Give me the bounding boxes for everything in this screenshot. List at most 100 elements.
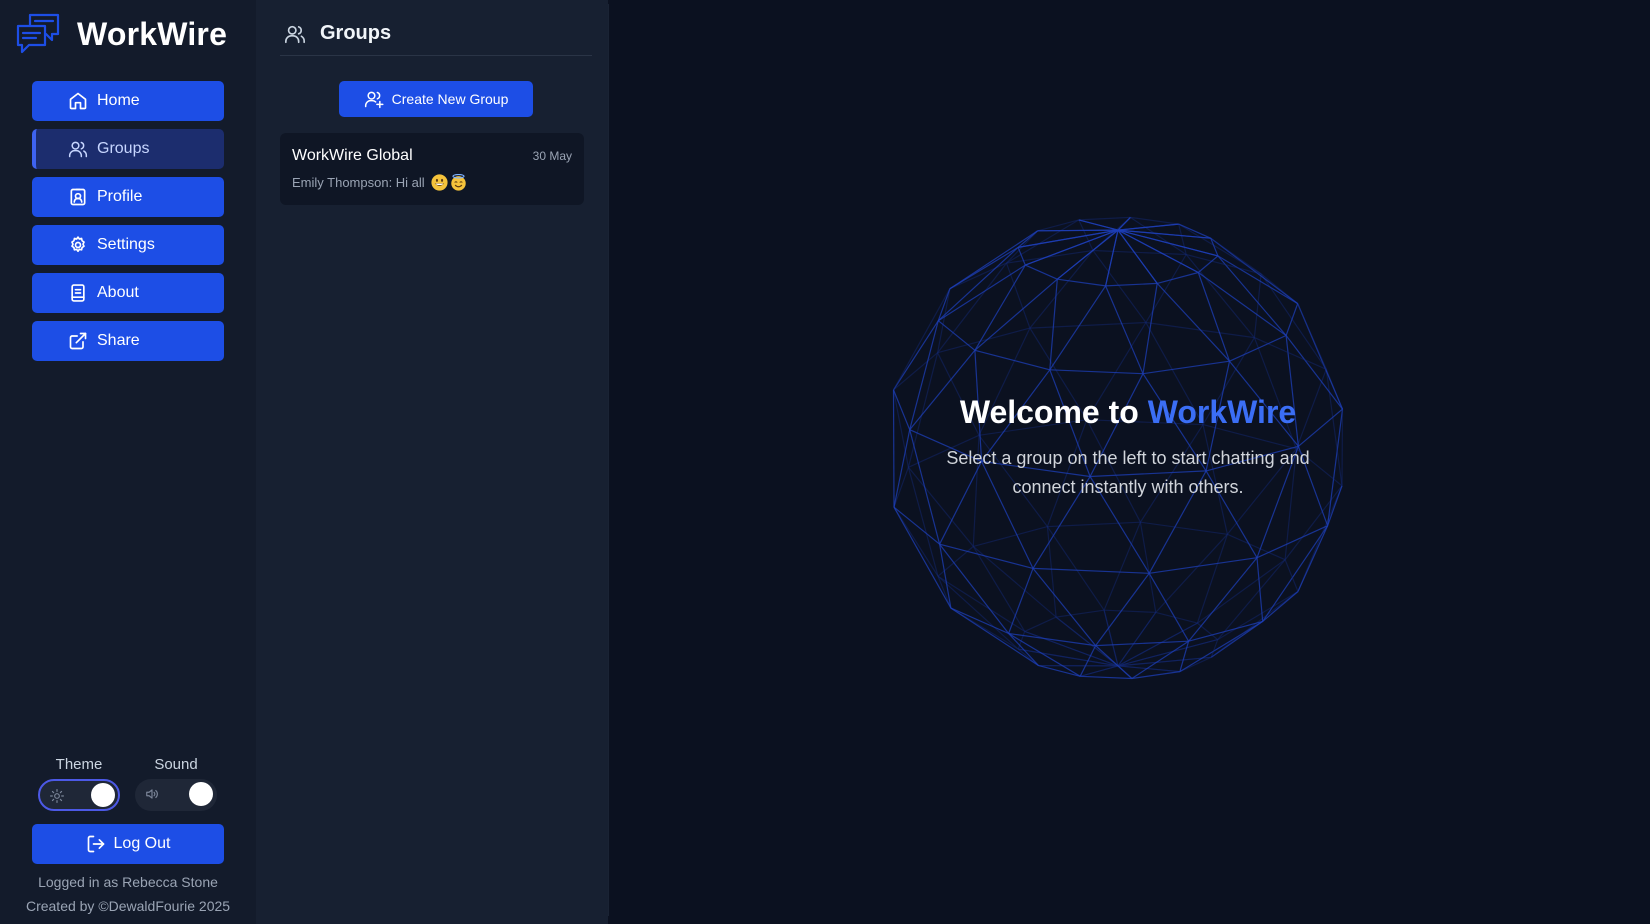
globe-edge — [1117, 216, 1131, 231]
globe-edge — [1046, 526, 1105, 611]
globe-edge — [1103, 521, 1141, 611]
globe-edge — [1029, 250, 1094, 329]
globe-edge — [1139, 522, 1157, 613]
logout-button[interactable]: Log Out — [32, 824, 224, 864]
globe-edge — [1049, 369, 1144, 375]
sound-label: Sound — [154, 756, 198, 773]
globe-edge — [1006, 219, 1080, 264]
groups-title: Groups — [320, 22, 392, 44]
globe-edge — [1038, 665, 1081, 677]
group-last-message: Emily Thompson: Hi all — [292, 174, 467, 191]
nav-groups-button[interactable]: Groups — [32, 129, 224, 169]
logged-in-text: Logged in as Rebecca Stone — [38, 874, 218, 890]
globe-edge — [937, 575, 1019, 650]
globe-edge — [1131, 671, 1180, 680]
globe-edge — [1005, 262, 1031, 329]
nav-about-button[interactable]: About — [32, 273, 224, 313]
theme-toggle[interactable] — [38, 779, 120, 811]
grinning-face-emoji — [431, 174, 448, 191]
globe-edge — [937, 575, 1026, 632]
globe-edge — [892, 320, 939, 391]
globe-edge — [1024, 616, 1057, 632]
globe-edge — [937, 246, 1019, 322]
globe-edge — [939, 543, 1010, 634]
credit-text: Created by ©DewaldFourie 2025 — [25, 898, 231, 914]
globe-edge — [1056, 609, 1105, 618]
globe-edge — [937, 262, 1007, 354]
globe-edge — [1196, 534, 1228, 624]
globe-edge — [1105, 282, 1158, 287]
nav-share-button[interactable]: Share — [32, 321, 224, 361]
nav-share-label: Share — [97, 332, 140, 349]
globe-edge — [1142, 283, 1158, 374]
globe-edge — [1092, 250, 1147, 323]
users-icon — [68, 141, 88, 158]
nav-profile-button[interactable]: Profile — [32, 177, 224, 217]
globe-edge — [1142, 360, 1230, 375]
group-name: WorkWire Global — [292, 147, 413, 164]
globe-edge — [1025, 264, 1058, 280]
groups-header: Groups — [280, 18, 592, 56]
sidebar-nav: Home Groups Profile Settings About Share — [32, 81, 224, 369]
globe-edge — [1029, 321, 1146, 329]
globe-edge — [1155, 533, 1228, 613]
globe-edge — [1032, 567, 1150, 574]
globe-edge — [1284, 559, 1299, 592]
logout-icon — [87, 835, 104, 853]
create-group-button[interactable]: Create New Group — [339, 81, 533, 117]
home-icon — [69, 92, 87, 110]
globe-edge — [1186, 253, 1262, 275]
group-list-item[interactable]: WorkWire Global 30 May Emily Thompson: H… — [280, 133, 584, 205]
globe-edge — [1197, 622, 1219, 641]
globe-edge — [1017, 247, 1026, 266]
external-link-icon — [69, 332, 87, 350]
theme-toggle-knob — [91, 783, 115, 807]
globe-edge — [974, 264, 1026, 351]
globe-edge — [1145, 254, 1187, 323]
globe-edge — [973, 526, 1048, 547]
nav-settings-button[interactable]: Settings — [32, 225, 224, 265]
globe-edge — [1037, 229, 1119, 232]
chat-bubbles-logo-icon — [16, 13, 60, 54]
globe-edge — [937, 264, 1026, 322]
nav-settings-label: Settings — [97, 236, 155, 253]
welcome-subtitle: Select a group on the left to start chat… — [946, 448, 1310, 497]
globe-edge — [1049, 279, 1058, 370]
globe-edge — [893, 506, 939, 577]
brand-name: WorkWire — [77, 15, 228, 52]
globe-edge — [937, 545, 974, 577]
nav-home-button[interactable]: Home — [32, 81, 224, 121]
nav-groups-label: Groups — [97, 140, 150, 157]
globe-edge — [1024, 630, 1119, 667]
globe-edge — [1037, 219, 1079, 232]
globe-edge — [1080, 665, 1119, 677]
globe-edge — [1104, 609, 1156, 613]
sound-toggle[interactable] — [135, 779, 217, 811]
globe-edge — [974, 349, 1050, 371]
globe-edge — [1297, 303, 1327, 370]
main-content: Welcome to WorkWire Select a group on th… — [608, 4, 1646, 916]
gear-icon — [71, 236, 85, 253]
globe-edge — [1188, 557, 1258, 642]
nav-profile-label: Profile — [97, 188, 143, 205]
globe-edge — [1105, 285, 1144, 374]
globe-edge — [1156, 282, 1230, 362]
globe-edge — [1092, 249, 1187, 256]
create-group-label: Create New Group — [391, 91, 509, 107]
preference-toggles: Theme Sound — [32, 756, 224, 812]
globe-edge — [950, 607, 1039, 667]
welcome-title-brand: WorkWire — [1147, 394, 1297, 430]
sun-icon — [50, 789, 64, 803]
globe-edge — [1080, 675, 1132, 680]
profile-icon — [70, 188, 86, 206]
globe-edge — [1095, 640, 1189, 647]
theme-label: Theme — [55, 756, 103, 773]
nav-home-label: Home — [97, 92, 140, 109]
globe-edge — [1217, 255, 1299, 305]
brand[interactable]: WorkWire — [15, 12, 227, 56]
globe-edge — [1079, 645, 1097, 677]
globe-edge — [1078, 216, 1131, 221]
book-icon — [71, 284, 85, 302]
globe-edge — [1046, 526, 1057, 618]
globe-edge — [1130, 216, 1179, 225]
